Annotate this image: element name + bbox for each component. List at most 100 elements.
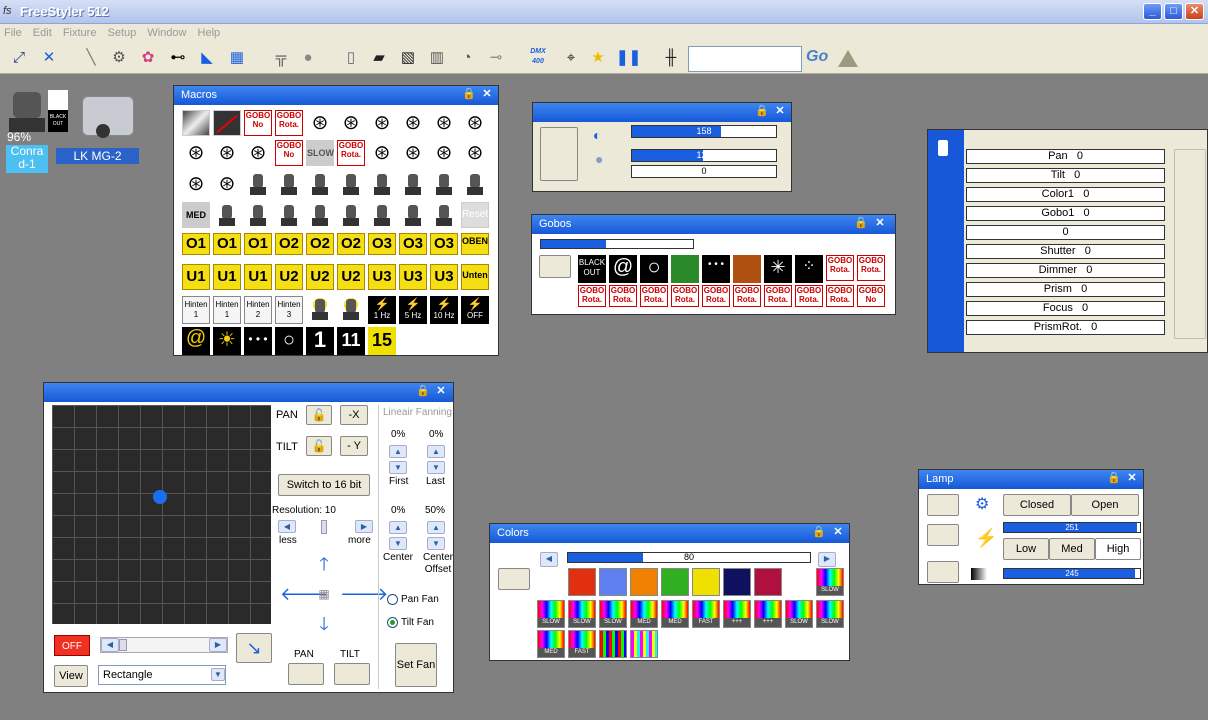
gobo-spin-icon[interactable]: ⊛ xyxy=(368,140,396,166)
moving-head-icon[interactable] xyxy=(337,202,365,230)
fixture-moving-head-icon[interactable] xyxy=(7,90,47,134)
macro-hinten[interactable]: Hinten 2 xyxy=(244,296,272,324)
wand-icon[interactable]: ╲ xyxy=(80,47,102,69)
slider-bar-1[interactable]: 158 xyxy=(631,125,777,138)
fader-icon[interactable]: ╫ xyxy=(660,47,682,69)
macro-hinten[interactable]: Hinten 1 xyxy=(213,296,241,324)
rainbow-button[interactable]: MED xyxy=(661,600,689,628)
high-button[interactable]: High xyxy=(1095,538,1141,560)
color-swatch[interactable] xyxy=(599,568,627,596)
gobo-spin-icon[interactable]: ⊛ xyxy=(213,140,241,166)
shape-select[interactable]: Rectangle ▼ xyxy=(98,665,226,685)
rainbow-stripes-button[interactable] xyxy=(630,630,658,658)
center-up-button[interactable]: ▲ xyxy=(389,521,407,534)
menu-window[interactable]: Window xyxy=(143,24,190,42)
lamp-bar-2[interactable]: 245 xyxy=(1003,568,1141,579)
macro-u-label[interactable]: U1 xyxy=(213,264,241,290)
resolution-more-button[interactable]: ▶ xyxy=(355,520,373,533)
cross-arrows-icon[interactable]: ✕ xyxy=(38,47,60,69)
colors-prev-button[interactable]: ◀ xyxy=(540,552,558,567)
strobe-button[interactable]: ⚡ OFF xyxy=(461,296,489,324)
leaf-gobo-icon[interactable] xyxy=(671,255,699,283)
colors-preset-button[interactable] xyxy=(498,568,530,590)
speaker-icon[interactable]: ◔ xyxy=(456,47,478,69)
macro-o-label[interactable]: O3 xyxy=(368,233,396,255)
minus-y-button[interactable]: - Y xyxy=(340,436,368,456)
tilt-lock-icon[interactable]: 🔓 xyxy=(306,436,332,456)
rainbow-button[interactable]: +++ xyxy=(754,600,782,628)
first-down-button[interactable]: ▼ xyxy=(389,461,407,474)
gobo-spin-icon[interactable]: ⊛ xyxy=(368,110,396,136)
arrow-right-icon[interactable]: 🡒 xyxy=(340,580,388,608)
gobo-rota[interactable]: GOBO Rota. xyxy=(609,285,637,307)
pause-icon[interactable]: ❚❚ xyxy=(616,47,641,69)
macro-u-label[interactable]: U2 xyxy=(306,264,334,290)
sphere-icon[interactable]: ● xyxy=(297,47,319,69)
diagonal-arrow-icon[interactable]: ↘ xyxy=(236,633,272,663)
macro-unten[interactable]: Unten xyxy=(461,264,489,290)
moving-head-icon[interactable] xyxy=(306,202,334,230)
macro-hinten[interactable]: Hinten 3 xyxy=(275,296,303,324)
color-swatch[interactable] xyxy=(630,568,658,596)
bulb-off-icon[interactable]: 💡 xyxy=(306,296,334,324)
arrow-left-icon[interactable]: 🡐 xyxy=(280,580,328,608)
rainbow-button[interactable]: MED xyxy=(630,600,658,628)
moving-head-icon[interactable] xyxy=(337,171,365,199)
dots-icon[interactable]: • • • xyxy=(244,327,272,355)
slider-bar-2[interactable]: 125 xyxy=(631,149,777,162)
channel-prismrot[interactable]: PrismRot. 0 xyxy=(966,320,1165,335)
menu-setup[interactable]: Setup xyxy=(104,24,141,42)
lamp-preset-button[interactable] xyxy=(927,494,959,516)
gobo-rota[interactable]: GOBO Rota. xyxy=(702,285,730,307)
channel-side-buttons[interactable] xyxy=(1174,149,1206,339)
arrow-up-icon[interactable]: 🡑 xyxy=(310,550,338,578)
scroll-thumb[interactable] xyxy=(119,639,127,651)
preset-button[interactable] xyxy=(540,127,578,181)
macro-1[interactable]: 1 xyxy=(306,327,334,355)
projector-icon[interactable]: ▰ xyxy=(368,47,390,69)
rainbow-button[interactable]: SLOW xyxy=(599,600,627,628)
macro-prism[interactable] xyxy=(182,110,210,136)
console-icon[interactable]: ▧ xyxy=(397,47,419,69)
moving-head-icon[interactable] xyxy=(368,202,396,230)
macro-u-label[interactable]: U1 xyxy=(182,264,210,290)
gobo-spin-icon[interactable]: ⊛ xyxy=(399,110,427,136)
gobo-rota[interactable]: GOBO Rota. xyxy=(826,255,854,281)
moving-head-icon[interactable] xyxy=(306,171,334,199)
minus-x-button[interactable]: -X xyxy=(340,405,368,425)
gobo-rota[interactable]: GOBO Rota. xyxy=(671,285,699,307)
grid-icon[interactable]: ▦ xyxy=(226,47,248,69)
lock-icon[interactable]: 🔒 xyxy=(1107,472,1121,486)
color-swatch[interactable] xyxy=(754,568,782,596)
dmx-icon[interactable]: DMX 400 xyxy=(527,47,549,69)
macro-gobo-no[interactable]: GOBO No xyxy=(244,110,272,136)
moving-head-icon[interactable] xyxy=(430,202,458,230)
macro-oben[interactable]: OBEN xyxy=(461,233,489,255)
gobo-bar[interactable]: 11 xyxy=(540,239,694,249)
last-down-button[interactable]: ▼ xyxy=(427,461,445,474)
tilt-value-button[interactable] xyxy=(334,663,370,685)
gobo-rota[interactable]: GOBO Rota. xyxy=(578,285,606,307)
offset-down-button[interactable]: ▼ xyxy=(427,537,445,550)
rainbow-button[interactable]: MED xyxy=(537,630,565,658)
channel-prism[interactable]: Prism 0 xyxy=(966,282,1165,297)
close-icon[interactable]: ✕ xyxy=(831,526,845,540)
gobo-rota[interactable]: GOBO Rota. xyxy=(640,285,668,307)
gobo-rota[interactable]: GOBO Rota. xyxy=(857,255,885,281)
lock-icon[interactable]: 🔒 xyxy=(755,105,769,119)
rainbow-button[interactable]: SLOW xyxy=(816,568,844,596)
menu-help[interactable]: Help xyxy=(194,24,225,42)
macro-u-label[interactable]: U3 xyxy=(430,264,458,290)
color-swatch[interactable] xyxy=(692,568,720,596)
gobo-spin-icon[interactable]: ⊛ xyxy=(399,140,427,166)
slider-bar-3[interactable]: 0 xyxy=(631,165,777,178)
resolution-less-button[interactable]: ◀ xyxy=(278,520,296,533)
moving-head-icon[interactable] xyxy=(244,202,272,230)
channel-focus[interactable]: Focus 0 xyxy=(966,301,1165,316)
macro-o-label[interactable]: O3 xyxy=(399,233,427,255)
pantilt-grid[interactable] xyxy=(52,405,271,624)
moving-head-icon[interactable] xyxy=(399,202,427,230)
channel-shutter[interactable]: Shutter 0 xyxy=(966,244,1165,259)
gobo-rota[interactable]: GOBO Rota. xyxy=(795,285,823,307)
fixture-2-label[interactable]: LK MG-2 xyxy=(56,148,139,164)
